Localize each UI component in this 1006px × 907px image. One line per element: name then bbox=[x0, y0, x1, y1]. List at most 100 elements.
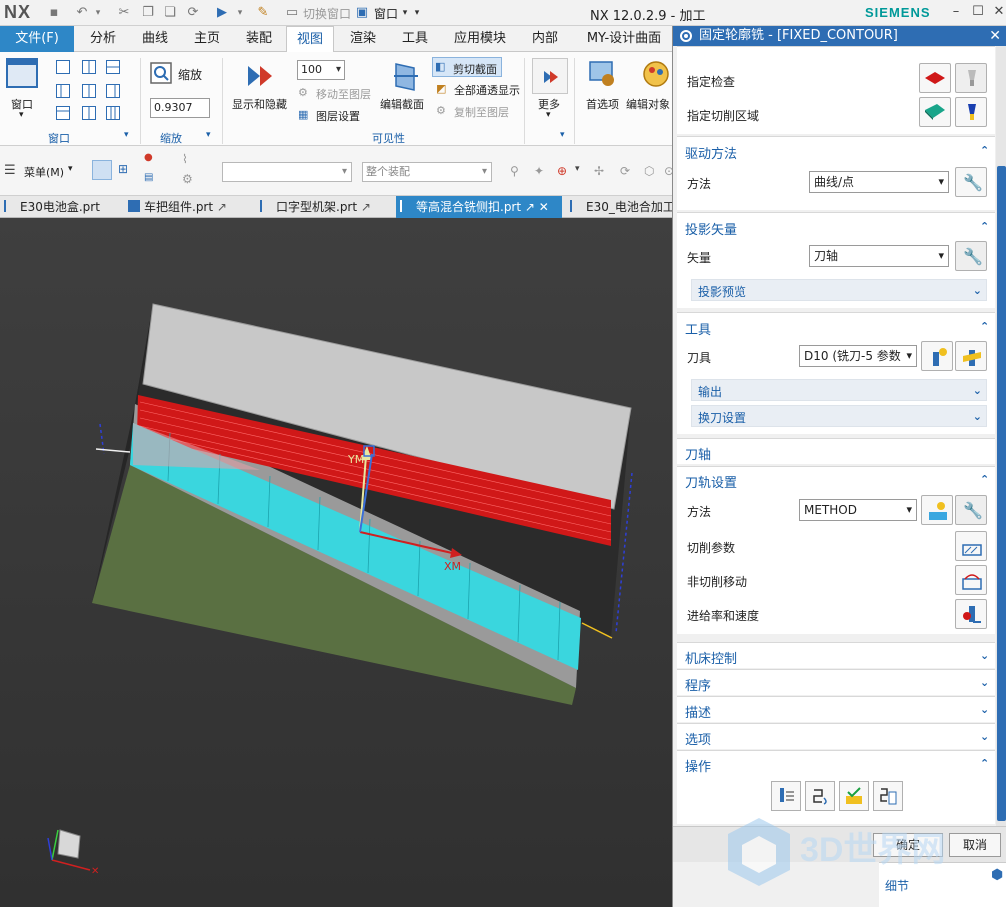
collapse-icon[interactable]: ⌃ bbox=[980, 473, 989, 486]
description-section[interactable]: 描述 ⌄ bbox=[677, 696, 995, 722]
tab-view[interactable]: 视图 bbox=[286, 26, 334, 52]
undo-icon[interactable]: ↶ bbox=[74, 5, 90, 21]
three-views-right-icon[interactable] bbox=[106, 84, 120, 98]
create-method-button[interactable] bbox=[921, 495, 953, 525]
six-views-icon[interactable] bbox=[106, 106, 120, 120]
verify-toolpath-button[interactable] bbox=[839, 781, 869, 811]
ok-button[interactable]: 确定 bbox=[873, 833, 943, 857]
zoom-scale-input[interactable]: 0.9307 bbox=[150, 98, 210, 118]
tab-assembly[interactable]: 装配 bbox=[236, 26, 282, 52]
machine-control-section[interactable]: 机床控制 ⌄ bbox=[677, 642, 995, 668]
expand-icon[interactable]: ⌄ bbox=[980, 703, 989, 716]
operations-header[interactable]: 操作 bbox=[685, 756, 711, 775]
projection-vector-header[interactable]: 投影矢量 bbox=[685, 219, 737, 238]
selection-dropdown-icon[interactable]: ▾ bbox=[232, 5, 248, 21]
tab-home[interactable]: 主页 bbox=[184, 26, 230, 52]
options-header[interactable]: 选项 bbox=[685, 729, 711, 748]
window-group-expand-icon[interactable]: ▾ bbox=[124, 130, 129, 140]
list-toolpath-button[interactable] bbox=[873, 781, 903, 811]
more-button[interactable] bbox=[532, 58, 568, 94]
tool-change-bar[interactable]: 换刀设置 ⌄ bbox=[691, 405, 987, 427]
doc-tab-square-frame[interactable]: 口字型机架.prt ↗ bbox=[256, 196, 386, 218]
create-tool-button[interactable] bbox=[921, 341, 953, 371]
projection-vector-select[interactable]: 刀轴 bbox=[809, 245, 949, 267]
three-views-top-icon[interactable] bbox=[56, 106, 70, 120]
display-check-button[interactable] bbox=[955, 63, 987, 93]
machine-control-header[interactable]: 机床控制 bbox=[685, 648, 737, 667]
two-views-horizontal-icon[interactable] bbox=[106, 60, 120, 74]
four-views-icon[interactable] bbox=[82, 84, 96, 98]
cancel-button[interactable]: 取消 bbox=[949, 833, 1001, 857]
three-views-left-icon[interactable] bbox=[56, 84, 70, 98]
path-method-select[interactable]: METHOD bbox=[799, 499, 917, 521]
copy-to-layer-button[interactable]: 复制至图层 bbox=[454, 104, 509, 120]
display-cut-area-button[interactable] bbox=[955, 97, 987, 127]
two-views-vertical-icon[interactable] bbox=[82, 60, 96, 74]
edit-object-icon[interactable] bbox=[640, 58, 672, 90]
drive-method-header[interactable]: 驱动方法 bbox=[685, 143, 737, 162]
replay-toolpath-button[interactable] bbox=[805, 781, 835, 811]
expand-icon[interactable]: ⌄ bbox=[980, 730, 989, 743]
window-icon[interactable] bbox=[6, 58, 38, 90]
generate-toolpath-button[interactable] bbox=[771, 781, 801, 811]
tool-axis-section[interactable]: 刀轴 bbox=[677, 438, 995, 464]
snap-point-icon[interactable]: ● bbox=[144, 152, 160, 168]
detail-label[interactable]: 细节 bbox=[885, 877, 909, 894]
expand-icon[interactable]: ⌄ bbox=[980, 649, 989, 662]
show-hide-label[interactable]: 显示和隐藏 bbox=[232, 96, 287, 112]
collapse-icon[interactable]: ⌃ bbox=[980, 320, 989, 333]
copy-icon[interactable]: ❐ bbox=[140, 5, 156, 21]
move-to-layer-button[interactable]: 移动至图层 bbox=[316, 86, 371, 102]
clip-section-button[interactable]: ◧ 剪切截面 bbox=[432, 57, 502, 77]
paste-icon[interactable]: ❏ bbox=[162, 5, 178, 21]
zoom-icon[interactable] bbox=[150, 62, 172, 84]
collapse-icon[interactable]: ⌃ bbox=[980, 757, 989, 770]
graphics-viewport[interactable]: YM XM ✕ bbox=[0, 218, 672, 907]
tool-select[interactable]: D10 (铣刀-5 参数 bbox=[799, 345, 917, 367]
tab-internal[interactable]: 内部 bbox=[522, 26, 568, 52]
zoom-group-expand-icon[interactable]: ▾ bbox=[206, 130, 211, 140]
dialog-scrollbar[interactable] bbox=[996, 46, 1006, 876]
doc-tab-contour-mill-side-clip[interactable]: 等高混合铣侧扣.prt ↗ ✕ bbox=[396, 196, 562, 218]
minimize-icon[interactable]: – bbox=[948, 4, 964, 20]
feeds-speeds-button[interactable] bbox=[955, 599, 987, 629]
layer-select[interactable]: 100 bbox=[297, 60, 345, 80]
maximize-icon[interactable]: ☐ bbox=[970, 4, 986, 20]
select-features-icon[interactable]: ⊞ bbox=[118, 162, 134, 178]
layer-settings-button[interactable]: 图层设置 bbox=[316, 108, 360, 124]
scrollbar-thumb[interactable] bbox=[997, 166, 1006, 821]
single-view-icon[interactable] bbox=[56, 60, 70, 74]
edit-object-label[interactable]: 编辑对象 bbox=[626, 96, 670, 112]
non-cut-moves-button[interactable] bbox=[955, 565, 987, 595]
path-settings-header[interactable]: 刀轨设置 bbox=[685, 472, 737, 491]
navigator-icon[interactable]: ⬢ bbox=[991, 867, 1003, 883]
collapse-icon[interactable]: ⌃ bbox=[980, 144, 989, 157]
projection-preview-bar[interactable]: 投影预览 ⌄ bbox=[691, 279, 987, 301]
drive-method-select[interactable]: 曲线/点 bbox=[809, 171, 949, 193]
program-section[interactable]: 程序 ⌄ bbox=[677, 669, 995, 695]
doc-tab-handlebar-assembly[interactable]: 车把组件.prt ↗ bbox=[124, 196, 242, 218]
more-dropdown-icon[interactable]: ▾ bbox=[546, 110, 551, 120]
menu-button[interactable]: 菜单(M) bbox=[24, 164, 64, 180]
doc-tab-e30-battery-box[interactable]: E30电池盒.prt bbox=[0, 196, 120, 218]
close-tab-icon[interactable]: ✕ bbox=[539, 200, 549, 214]
type-filter-select[interactable] bbox=[222, 162, 352, 182]
tab-my-design-surface[interactable]: MY-设计曲面 bbox=[576, 26, 672, 52]
tab-analysis[interactable]: 分析 bbox=[80, 26, 126, 52]
customize-dropdown-icon[interactable]: ▾ bbox=[409, 5, 425, 21]
repeat-command-icon[interactable]: ⟳ bbox=[185, 5, 201, 21]
tab-render[interactable]: 渲染 bbox=[340, 26, 386, 52]
tab-curve[interactable]: 曲线 bbox=[132, 26, 178, 52]
tab-application[interactable]: 应用模块 bbox=[446, 26, 514, 52]
cut-params-button[interactable] bbox=[955, 531, 987, 561]
cut-icon[interactable]: ✂ bbox=[116, 5, 132, 21]
selection-icon[interactable]: ▶ bbox=[214, 5, 230, 21]
touch-mode-icon[interactable]: ✎ bbox=[255, 5, 271, 21]
snap-grid-icon[interactable]: ▤ bbox=[144, 172, 160, 188]
switch-window-button[interactable]: 切换窗口 bbox=[303, 5, 351, 22]
doc-tab-e30-battery-machining[interactable]: E30_电池合加工 bbox=[566, 196, 672, 218]
select-check-geometry-button[interactable] bbox=[919, 63, 951, 93]
program-header[interactable]: 程序 bbox=[685, 675, 711, 694]
output-bar[interactable]: 输出 ⌄ bbox=[691, 379, 987, 401]
selection-filter-icon[interactable] bbox=[92, 160, 112, 180]
